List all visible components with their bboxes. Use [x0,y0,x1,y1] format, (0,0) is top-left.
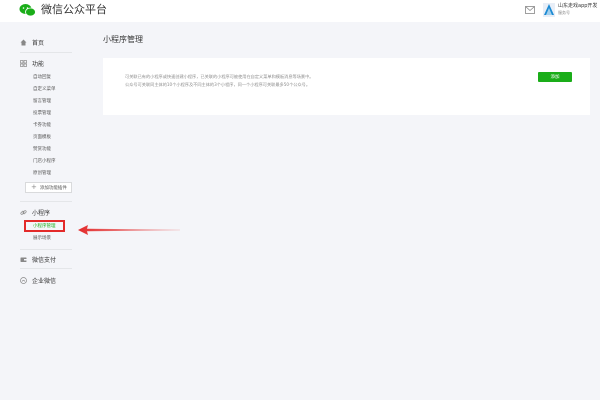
page-title: 小程序管理 [103,35,143,44]
avatar[interactable] [543,3,555,17]
sidebar-item-label: 功能 [32,61,45,68]
sidebar-divider [20,52,72,53]
sidebar-item-label: 微信支付 [32,257,57,264]
mini-program-card: 可关联已有的小程序或快速创建小程序，已关联的小程序可被使用在自定义菜单和模板消息… [103,58,590,115]
add-plugin-label: 添加功能插件 [39,185,67,191]
sidebar-item-appreciation[interactable]: 赞赏功能 [33,146,51,152]
work-wechat-icon [20,277,27,284]
sidebar-item-votes[interactable]: 投票管理 [33,110,51,116]
plus-icon: + [31,183,37,191]
sidebar-divider [20,268,72,269]
sidebar-item-label: 小程序 [32,210,51,217]
mail-icon[interactable] [525,6,535,14]
sidebar-item-function[interactable]: 功能 [20,59,44,68]
account-role: 服务号 [558,10,570,15]
sidebar-item-display-scenes[interactable]: 展示场景 [33,235,51,241]
sidebar-item-wechat-pay[interactable]: 微信支付 [20,255,56,264]
app-title[interactable]: 微信公众平台 [41,3,107,17]
account-name[interactable]: 山东走戏app开发 [558,3,597,9]
wechat-logo-icon[interactable] [19,3,36,17]
sidebar-item-work-wechat[interactable]: 企业微信 [20,276,56,285]
add-button[interactable]: 添加 [538,72,572,82]
sidebar-item-original[interactable]: 原创管理 [33,170,51,176]
sidebar-item-comments[interactable]: 留言管理 [33,98,51,104]
description-line-2: 公众号可关联同主体的10个小程序及不同主体的3个小程序，同一个小程序可关联最多5… [125,82,311,87]
sidebar-item-label: 企业微信 [32,278,57,285]
top-header: 微信公众平台 山东走戏app开发 服务号 [0,0,600,22]
sidebar-item-label: 首页 [32,40,45,47]
home-icon [20,39,27,46]
sidebar-item-home[interactable]: 首页 [20,38,44,47]
sidebar-item-cards[interactable]: 卡券功能 [33,122,51,128]
add-plugin-button[interactable]: + 添加功能插件 [25,182,72,193]
wallet-icon [20,257,27,262]
link-icon [20,210,27,215]
sidebar-divider [20,201,72,202]
sidebar-item-page-templates[interactable]: 页面模板 [33,134,51,140]
sidebar-item-custom-menu[interactable]: 自定义菜单 [33,86,56,92]
sidebar-item-mini-program[interactable]: 小程序 [20,208,50,217]
sidebar-item-store-mini-program[interactable]: 门店小程序 [33,158,56,164]
sidebar-item-auto-reply[interactable]: 自动回复 [33,74,51,80]
sidebar-divider [20,249,72,250]
annotation-highlight-box [24,220,65,232]
grid-icon [20,60,27,67]
description-line-1: 可关联已有的小程序或快速创建小程序，已关联的小程序可被使用在自定义菜单和模板消息… [125,74,314,79]
